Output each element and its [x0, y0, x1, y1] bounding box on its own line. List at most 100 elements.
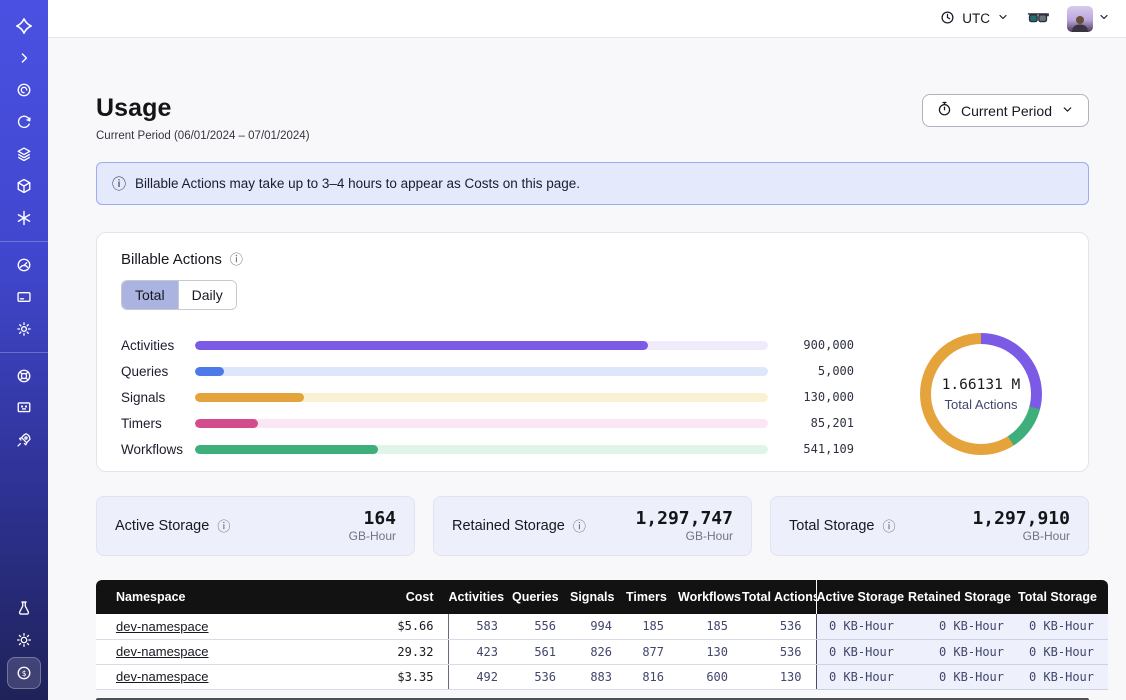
tab-total[interactable]: Total: [122, 281, 178, 309]
avatar: [1067, 6, 1093, 32]
donut-center-value: 1.66131 M: [942, 377, 1021, 393]
info-icon[interactable]: ⓘ: [230, 253, 243, 266]
page-title: Usage: [96, 94, 310, 123]
table-header-row: Namespace Cost Activities Queries Signal…: [96, 580, 1108, 614]
topbar: UTC: [48, 0, 1126, 38]
usage-meter-icon[interactable]: [8, 250, 40, 280]
stopwatch-icon: [937, 101, 952, 120]
total-storage-value: 1,297,910: [972, 509, 1070, 530]
schedules-icon[interactable]: [8, 107, 40, 137]
col-active-storage[interactable]: Active Storage: [816, 580, 908, 614]
labs-flask-icon[interactable]: [8, 593, 40, 623]
bar-value: 85,201: [782, 416, 854, 430]
temporal-logo-icon[interactable]: [8, 11, 40, 41]
bar-value: 900,000: [782, 338, 854, 352]
cell-active-storage: 0 KB-Hour: [816, 664, 908, 689]
bar-label: Timers: [121, 416, 195, 431]
col-workflows[interactable]: Workflows: [678, 580, 742, 614]
donut-ring: 1.66131 M Total Actions: [920, 333, 1042, 455]
bar-track: [195, 393, 768, 402]
retained-storage-label: Retained Storage: [452, 518, 565, 534]
cell-cost: $5.66: [356, 614, 448, 639]
col-queries[interactable]: Queries: [512, 580, 570, 614]
cell-total-storage: 0 KB-Hour: [1018, 614, 1108, 639]
cell-activities: 423: [448, 639, 512, 664]
cell-total-storage: 0 KB-Hour: [1018, 664, 1108, 689]
svg-text:$: $: [22, 669, 27, 678]
deployments-cube-icon[interactable]: [8, 171, 40, 201]
bar-fill: [195, 393, 304, 402]
cell-total-storage: 0 KB-Hour: [1018, 639, 1108, 664]
storage-summary-row: Active Storageⓘ 164GB-Hour Retained Stor…: [96, 496, 1089, 556]
info-icon[interactable]: ⓘ: [217, 520, 230, 533]
namespaces-icon[interactable]: [8, 75, 40, 105]
active-storage-value: 164: [349, 509, 396, 530]
period-dropdown-button[interactable]: Current Period: [922, 94, 1089, 127]
donut-center-label: Total Actions: [945, 397, 1018, 412]
view-toggle: Total Daily: [121, 280, 237, 310]
col-cost[interactable]: Cost: [356, 580, 448, 614]
namespace-link[interactable]: dev-namespace: [116, 619, 209, 634]
feedback-screen-icon[interactable]: [8, 393, 40, 423]
support-lifebuoy-icon[interactable]: [8, 361, 40, 391]
nexus-asterisk-icon[interactable]: [8, 203, 40, 233]
bar-track: [195, 341, 768, 350]
col-total-actions[interactable]: Total Actions: [742, 580, 816, 614]
sidebar: $: [0, 0, 48, 700]
billable-actions-title: Billable Actions: [121, 251, 222, 268]
bar-fill: [195, 367, 224, 376]
glasses-icon[interactable]: [1027, 12, 1049, 26]
col-namespace[interactable]: Namespace: [96, 580, 356, 614]
tab-daily[interactable]: Daily: [178, 281, 236, 309]
bar-fill: [195, 419, 258, 428]
banner-text: Billable Actions may take up to 3–4 hour…: [135, 176, 580, 191]
info-icon[interactable]: ⓘ: [882, 520, 895, 533]
sidebar-divider: [0, 241, 48, 242]
user-menu[interactable]: [1067, 6, 1110, 32]
cell-queries: 561: [512, 639, 570, 664]
cell-workflows: 185: [678, 614, 742, 639]
table-row: dev-namespace 29.32 423 561 826 877 130 …: [96, 639, 1108, 664]
cell-timers: 877: [626, 639, 678, 664]
billable-actions-card: Billable Actions ⓘ Total Daily Activitie…: [96, 232, 1089, 472]
bar-row-timers: Timers 85,201: [121, 410, 854, 436]
cell-retained-storage: 0 KB-Hour: [908, 639, 1018, 664]
layers-icon[interactable]: [8, 139, 40, 169]
info-icon[interactable]: ⓘ: [573, 520, 586, 533]
settings-gear-icon[interactable]: [8, 314, 40, 344]
col-retained-storage[interactable]: Retained Storage: [908, 580, 1018, 614]
bar-row-workflows: Workflows 541,109: [121, 436, 854, 462]
bar-track: [195, 445, 768, 454]
bar-row-activities: Activities 900,000: [121, 332, 854, 358]
col-activities[interactable]: Activities: [448, 580, 512, 614]
bar-value: 5,000: [782, 364, 854, 378]
collapse-chevron-icon[interactable]: [8, 43, 40, 73]
bar-fill: [195, 341, 648, 350]
chevron-down-icon: [1098, 10, 1110, 28]
active-storage-label: Active Storage: [115, 518, 209, 534]
namespace-link[interactable]: dev-namespace: [116, 669, 209, 684]
bar-value: 130,000: [782, 390, 854, 404]
period-button-label: Current Period: [961, 103, 1052, 119]
retained-storage-value: 1,297,747: [635, 509, 733, 530]
bar-fill: [195, 445, 378, 454]
namespace-usage-table: Namespace Cost Activities Queries Signal…: [96, 580, 1108, 690]
col-timers[interactable]: Timers: [626, 580, 678, 614]
cell-cost: $3.35: [356, 664, 448, 689]
cell-total-actions: 536: [742, 614, 816, 639]
theme-sun-icon[interactable]: [8, 625, 40, 655]
col-total-storage[interactable]: Total Storage: [1018, 580, 1108, 614]
namespace-link[interactable]: dev-namespace: [116, 644, 209, 659]
clock-icon: [940, 10, 955, 28]
page-subtitle: Current Period (06/01/2024 – 07/01/2024): [96, 130, 310, 142]
retained-storage-card: Retained Storageⓘ 1,297,747GB-Hour: [433, 496, 752, 556]
sidebar-divider: [0, 352, 48, 353]
timezone-selector[interactable]: UTC: [940, 10, 1009, 28]
bar-label: Workflows: [121, 442, 195, 457]
total-storage-card: Total Storageⓘ 1,297,910GB-Hour: [770, 496, 1089, 556]
billing-coin-icon[interactable]: $: [7, 657, 41, 689]
col-signals[interactable]: Signals: [570, 580, 626, 614]
getting-started-rocket-icon[interactable]: [8, 425, 40, 455]
billing-card-icon[interactable]: [8, 282, 40, 312]
total-storage-label: Total Storage: [789, 518, 874, 534]
